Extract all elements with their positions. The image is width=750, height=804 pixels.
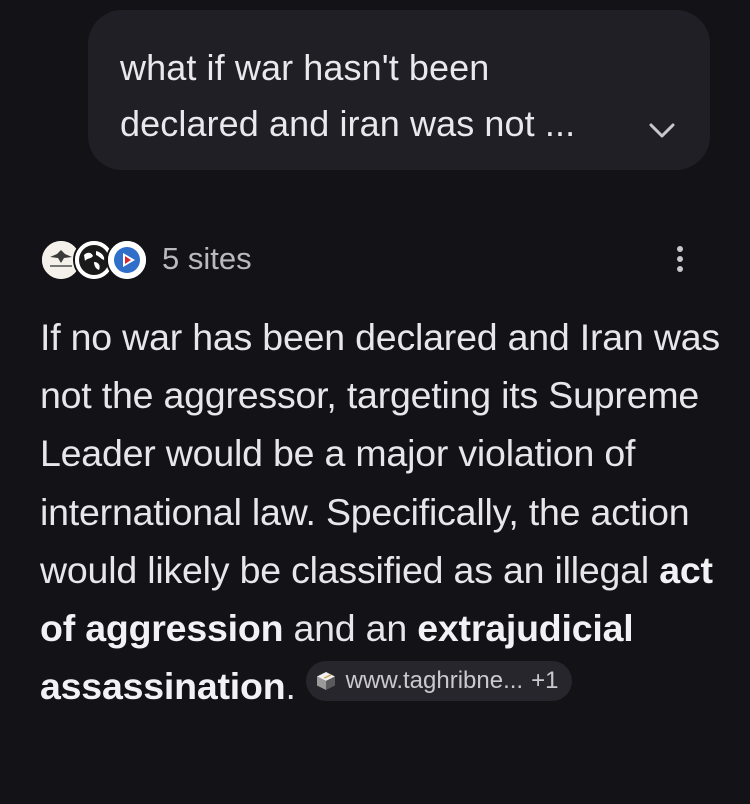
- source-count-label[interactable]: 5 sites: [162, 241, 252, 277]
- chevron-down-icon: [649, 123, 675, 138]
- answer-text-3: .: [285, 665, 296, 708]
- citation-site: www.taghribne...: [345, 667, 524, 695]
- answer-text-2: and an: [283, 607, 418, 650]
- answer-paragraph: If no war has been declared and Iran was…: [40, 308, 720, 715]
- box-icon: [314, 669, 338, 693]
- expand-query-button[interactable]: [640, 108, 684, 152]
- citation-extra-count: +1: [531, 667, 559, 695]
- more-options-button[interactable]: [666, 236, 694, 282]
- user-query-bubble[interactable]: what if war hasn't been declared and ira…: [88, 10, 710, 170]
- citation-chip[interactable]: www.taghribne... +1: [305, 661, 573, 702]
- user-query-text: what if war hasn't been declared and ira…: [120, 47, 576, 144]
- play-arrow-icon: [106, 239, 148, 281]
- sources-row: 5 sites: [40, 236, 710, 282]
- answer-text-1: If no war has been declared and Iran was…: [40, 316, 720, 591]
- more-vertical-icon: [677, 246, 683, 272]
- ai-answer-screen: what if war hasn't been declared and ira…: [0, 0, 750, 804]
- source-favicons[interactable]: [40, 237, 150, 281]
